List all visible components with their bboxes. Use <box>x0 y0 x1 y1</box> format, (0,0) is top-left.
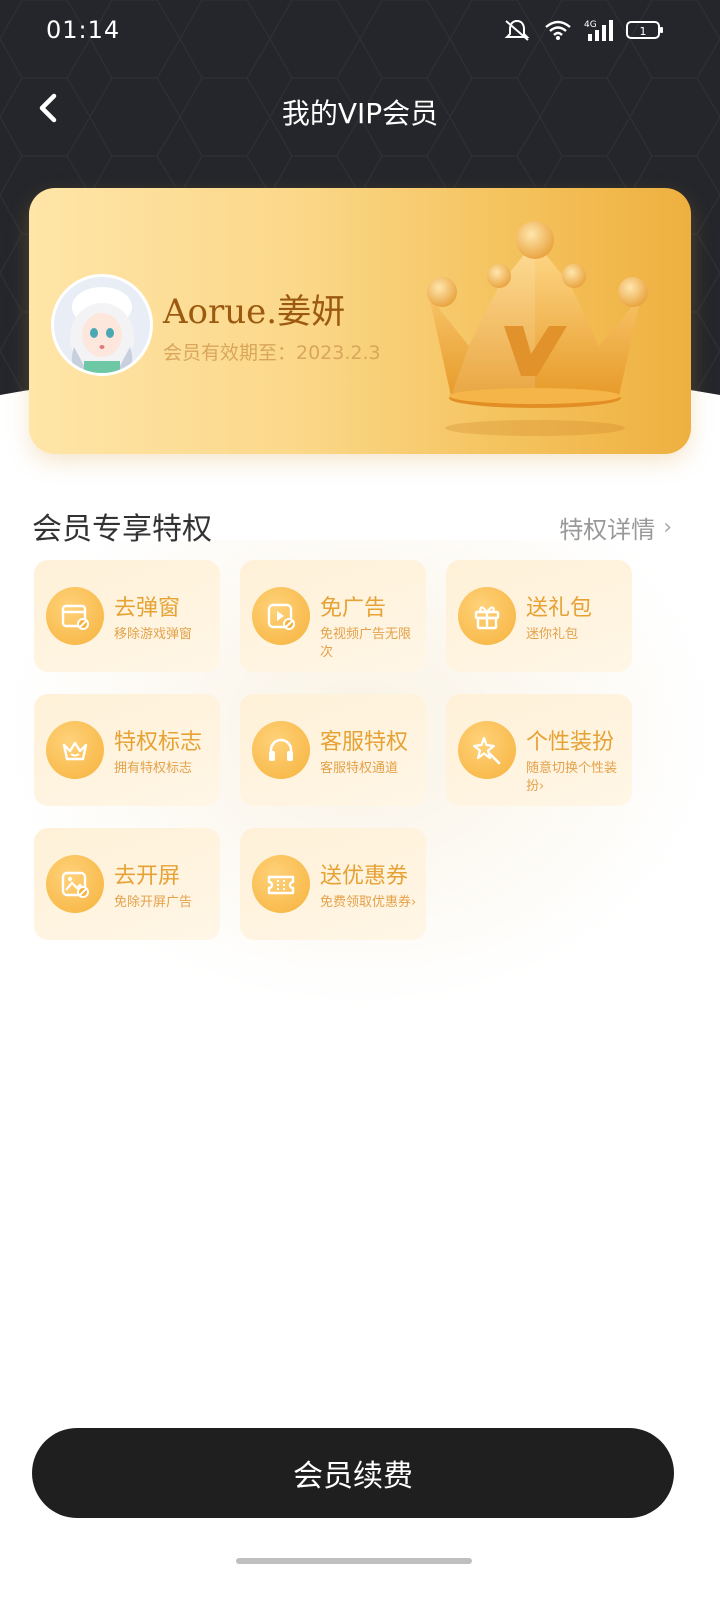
popup-icon <box>46 587 104 645</box>
ad-free-icon <box>252 587 310 645</box>
privilege-tile-service[interactable]: 客服特权 客服特权通道 <box>240 694 426 806</box>
privilege-tile-gift[interactable]: 送礼包 迷你礼包 <box>446 560 632 672</box>
username: Aorue.姜妍 <box>163 292 346 332</box>
privilege-desc: 免视频广告无限次 <box>320 627 412 660</box>
gift-icon <box>458 587 516 645</box>
headphones-icon <box>252 721 310 779</box>
privilege-name: 特权标志 <box>114 730 203 755</box>
vip-card: Aorue.姜妍 会员有效期至：2023.2.3 <box>29 188 691 454</box>
wifi-icon <box>545 20 571 40</box>
privileges-title: 会员专享特权 <box>32 512 212 547</box>
ticket-icon <box>252 855 310 913</box>
crown-icon <box>427 221 648 436</box>
avatar[interactable] <box>51 274 153 376</box>
privilege-details-link[interactable]: 特权详情 › <box>559 510 672 545</box>
privilege-tile-ad-free[interactable]: 免广告 免视频广告无限次 <box>240 560 426 672</box>
home-indicator[interactable] <box>236 1558 472 1564</box>
privilege-name: 客服特权 <box>320 730 409 755</box>
privilege-name: 个性装扮 <box>526 730 615 755</box>
chevron-right-icon: › <box>663 515 672 540</box>
page-title: 我的VIP会员 <box>281 97 439 130</box>
privilege-desc: 拥有特权标志 <box>114 761 193 776</box>
battery-icon: 1 <box>626 21 663 39</box>
membership-expiry: 会员有效期至：2023.2.3 <box>163 342 381 364</box>
status-icons: 4G 1 <box>502 18 664 42</box>
privilege-desc: 移除游戏弹窗 <box>114 627 193 642</box>
privilege-name: 送礼包 <box>526 596 593 621</box>
magic-star-icon <box>458 721 516 779</box>
privilege-name: 去弹窗 <box>114 596 181 621</box>
cellular-signal-icon: 4G <box>584 20 613 41</box>
privilege-desc: 免除开屏广告 <box>114 895 193 910</box>
privilege-tile-popup[interactable]: 去弹窗 移除游戏弹窗 <box>34 560 220 672</box>
privilege-tile-splash[interactable]: 去开屏 免除开屏广告 <box>34 828 220 940</box>
privilege-tile-dressup[interactable]: 个性装扮 随意切换个性装扮› <box>446 694 632 806</box>
battery-level-label: 1 <box>640 25 647 38</box>
mute-bell-icon <box>504 19 530 41</box>
crown-badge-icon <box>46 721 104 779</box>
privilege-desc: 客服特权通道 <box>320 761 399 776</box>
status-time: 01:14 <box>46 16 121 44</box>
avatar-image <box>54 277 150 373</box>
splash-image-icon <box>46 855 104 913</box>
privilege-details-label: 特权详情 <box>559 516 656 544</box>
privilege-desc: 迷你礼包 <box>526 627 579 642</box>
privilege-desc: 随意切换个性装扮› <box>526 761 618 794</box>
privilege-name: 去开屏 <box>114 864 181 889</box>
network-type-label: 4G <box>584 20 597 30</box>
renew-membership-button[interactable]: 会员续费 <box>32 1428 674 1518</box>
privilege-name: 送优惠券 <box>320 864 409 889</box>
privilege-tile-coupon[interactable]: 送优惠券 免费领取优惠券› <box>240 828 426 940</box>
status-bar: 01:14 4G 1 <box>0 0 720 62</box>
privilege-name: 免广告 <box>320 596 387 621</box>
privilege-tile-badge[interactable]: 特权标志 拥有特权标志 <box>34 694 220 806</box>
privilege-desc: 免费领取优惠券› <box>320 895 417 910</box>
